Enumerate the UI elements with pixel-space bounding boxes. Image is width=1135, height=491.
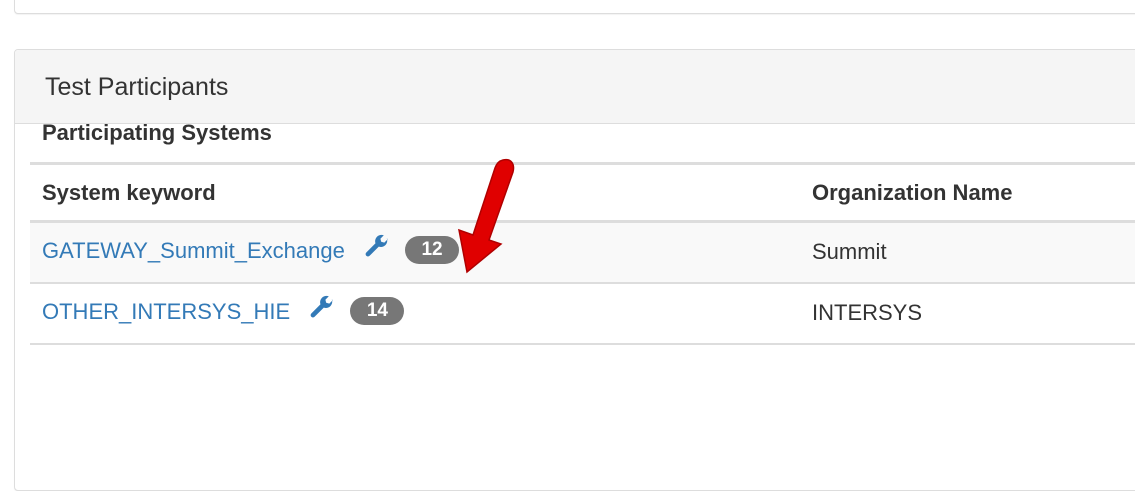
panel-heading: Test Participants [15,50,1135,124]
participating-systems-table: System keyword Organization Name GATEWAY… [30,162,1135,345]
column-header-system-keyword[interactable]: System keyword [30,162,800,223]
system-keyword-cell: OTHER_INTERSYS_HIE 14 [30,282,800,345]
system-keyword-cell: GATEWAY_Summit_Exchange 12 [30,221,800,284]
previous-panel [14,0,1135,14]
red-arrow-annotation-icon [445,152,525,282]
organization-cell: Summit [800,221,1135,284]
wrench-icon[interactable] [310,295,334,325]
column-header-organization-name[interactable]: Organization Name [800,162,1135,223]
wrench-icon[interactable] [365,234,389,264]
panel-title: Test Participants [45,73,229,101]
table-row: OTHER_INTERSYS_HIE 14 INTERSYS [30,282,1135,345]
section-title: Participating Systems [42,120,272,145]
organization-cell: INTERSYS [800,282,1135,345]
table-header-row: System keyword Organization Name [30,162,1135,223]
count-badge: 14 [350,297,405,325]
system-link[interactable]: GATEWAY_Summit_Exchange [42,238,345,263]
system-link[interactable]: OTHER_INTERSYS_HIE [42,299,290,324]
table-row: GATEWAY_Summit_Exchange 12 Summit [30,221,1135,284]
